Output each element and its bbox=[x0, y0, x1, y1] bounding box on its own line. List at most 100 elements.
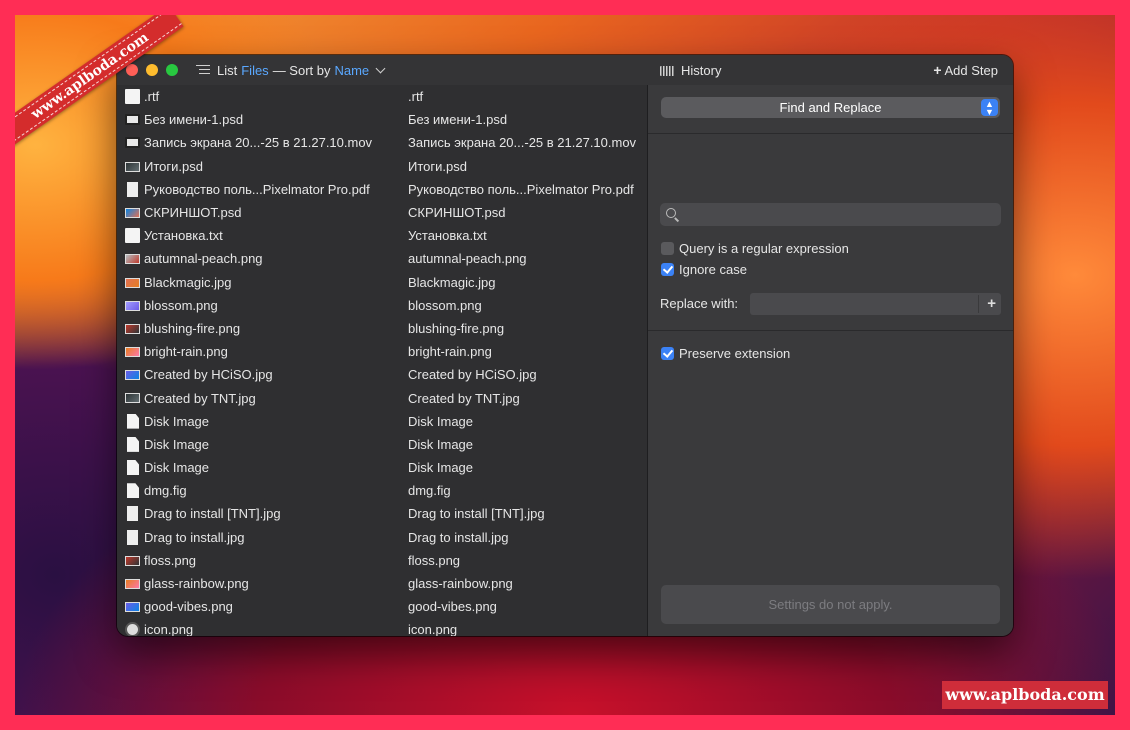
new-name: good-vibes.png bbox=[408, 599, 497, 615]
original-name: Без имени-1.psd bbox=[144, 112, 244, 128]
original-name: glass-rainbow.png bbox=[144, 576, 249, 592]
file-row[interactable]: blushing-fire.png blushing-fire.png bbox=[117, 317, 647, 340]
new-name: Drag to install [TNT].jpg bbox=[408, 506, 545, 522]
image-file-icon bbox=[125, 393, 140, 404]
original-name: Created by TNT.jpg bbox=[144, 390, 256, 406]
image-file-icon bbox=[125, 277, 140, 288]
new-name: Без имени-1.psd bbox=[408, 112, 508, 128]
zoom-button[interactable] bbox=[166, 64, 178, 76]
image-file-icon bbox=[125, 370, 140, 381]
history-button[interactable]: History bbox=[660, 63, 721, 78]
close-button[interactable] bbox=[126, 64, 138, 76]
new-name: Установка.txt bbox=[408, 228, 487, 244]
file-row[interactable]: СКРИНШОТ.psd СКРИНШОТ.psd bbox=[117, 201, 647, 224]
document-file-icon bbox=[127, 529, 138, 545]
image-file-icon bbox=[125, 578, 140, 589]
settings-notice: Settings do not apply. bbox=[661, 585, 1000, 624]
original-name: Установка.txt bbox=[144, 228, 223, 244]
replace-with-field[interactable]: + bbox=[750, 293, 1001, 315]
file-row[interactable]: Drag to install [TNT].jpg Drag to install… bbox=[117, 502, 647, 525]
file-row[interactable]: .rtf .rtf bbox=[117, 85, 647, 108]
chevron-down-icon[interactable] bbox=[375, 63, 386, 73]
file-row[interactable]: floss.png floss.png bbox=[117, 549, 647, 572]
document-file-icon bbox=[127, 483, 139, 499]
file-row[interactable]: Запись экрана 20...-25 в 21.27.10.mov Зап… bbox=[117, 131, 647, 154]
file-row[interactable]: icon.png icon.png bbox=[117, 618, 647, 636]
original-name: dmg.fig bbox=[144, 483, 187, 499]
file-row[interactable]: blossom.png blossom.png bbox=[117, 294, 647, 317]
insert-token-plus-icon[interactable]: + bbox=[987, 295, 996, 312]
file-row[interactable]: Created by TNT.jpg Created by TNT.jpg bbox=[117, 386, 647, 409]
new-name: blushing-fire.png bbox=[408, 320, 505, 336]
file-row[interactable]: Created by HCiSO.jpg Created by HCiSO.jpg bbox=[117, 363, 647, 386]
original-name: Drag to install [TNT].jpg bbox=[144, 506, 281, 522]
regex-checkbox[interactable] bbox=[661, 242, 674, 255]
ignore-case-label: Ignore case bbox=[679, 262, 747, 277]
new-name: autumnal-peach.png bbox=[408, 251, 527, 267]
new-name: Created by HCiSO.jpg bbox=[408, 367, 537, 383]
file-list[interactable]: .rtf .rtf Без имени-1.psd Без имени-1.psd За… bbox=[117, 85, 647, 636]
original-name: good-vibes.png bbox=[144, 599, 233, 615]
file-row[interactable]: dmg.fig dmg.fig bbox=[117, 479, 647, 502]
step-type-select[interactable]: Find and Replace ▲ ▼ bbox=[661, 97, 1000, 118]
file-row[interactable]: bright-rain.png bright-rain.png bbox=[117, 340, 647, 363]
file-row[interactable]: Disk Image Disk Image bbox=[117, 410, 647, 433]
original-name: floss.png bbox=[144, 552, 197, 568]
plus-icon: + bbox=[933, 62, 942, 78]
preserve-extension-checkbox[interactable] bbox=[661, 347, 674, 360]
document-file-icon bbox=[127, 436, 139, 452]
window-controls bbox=[126, 64, 178, 76]
document-file-icon bbox=[125, 228, 140, 244]
new-name: .rtf bbox=[408, 89, 424, 105]
original-name: blushing-fire.png bbox=[144, 320, 241, 336]
original-name: Disk Image bbox=[144, 460, 210, 476]
sort-by-label: — Sort by bbox=[272, 62, 331, 78]
file-row[interactable]: Итоги.psd Итоги.psd bbox=[117, 155, 647, 178]
list-label: List bbox=[217, 62, 238, 78]
new-name: Drag to install.jpg bbox=[408, 529, 509, 545]
image-file-icon bbox=[125, 254, 140, 265]
original-name: Drag to install.jpg bbox=[144, 529, 245, 545]
media-file-icon bbox=[125, 137, 140, 149]
new-name: dmg.fig bbox=[408, 483, 451, 499]
original-name: Итоги.psd bbox=[144, 158, 203, 174]
file-row[interactable]: good-vibes.png good-vibes.png bbox=[117, 595, 647, 618]
preserve-extension-row[interactable]: Preserve extension bbox=[661, 346, 790, 361]
original-name: СКРИНШОТ.psd bbox=[144, 205, 242, 221]
divider bbox=[648, 330, 1013, 331]
file-row[interactable]: Blackmagic.jpg Blackmagic.jpg bbox=[117, 271, 647, 294]
ignore-case-checkbox[interactable] bbox=[661, 263, 674, 276]
file-row[interactable]: autumnal-peach.png autumnal-peach.png bbox=[117, 247, 647, 270]
media-file-icon bbox=[125, 114, 140, 126]
image-file-icon bbox=[125, 347, 140, 358]
document-file-icon bbox=[127, 413, 139, 429]
app-window: List Files — Sort by Name History + Add … bbox=[117, 55, 1013, 636]
file-row[interactable]: Disk Image Disk Image bbox=[117, 456, 647, 479]
original-name: icon.png bbox=[144, 622, 194, 636]
file-row[interactable]: Disk Image Disk Image bbox=[117, 433, 647, 456]
new-name: Created by TNT.jpg bbox=[408, 390, 520, 406]
new-name: Итоги.psd bbox=[408, 158, 467, 174]
file-row[interactable]: Установка.txt Установка.txt bbox=[117, 224, 647, 247]
minimize-button[interactable] bbox=[146, 64, 158, 76]
regex-checkbox-row[interactable]: Query is a regular expression bbox=[661, 241, 849, 256]
file-row[interactable]: Без имени-1.psd Без имени-1.psd bbox=[117, 108, 647, 131]
search-input[interactable] bbox=[660, 203, 1001, 226]
regex-label: Query is a regular expression bbox=[679, 241, 849, 256]
updown-arrows-icon: ▲ ▼ bbox=[981, 99, 998, 117]
sort-value[interactable]: Name bbox=[334, 63, 369, 78]
file-row[interactable]: glass-rainbow.png glass-rainbow.png bbox=[117, 572, 647, 595]
original-name: Disk Image bbox=[144, 413, 210, 429]
add-step-button[interactable]: + Add Step bbox=[933, 63, 998, 78]
files-label[interactable]: Files bbox=[241, 63, 268, 78]
file-row[interactable]: Drag to install.jpg Drag to install.jpg bbox=[117, 526, 647, 549]
file-row[interactable]: Руководство поль...Pixelmator Pro.pdf Рук… bbox=[117, 178, 647, 201]
new-name: blossom.png bbox=[408, 297, 482, 313]
document-file-icon bbox=[127, 506, 138, 522]
image-file-icon bbox=[125, 161, 140, 172]
ignore-case-checkbox-row[interactable]: Ignore case bbox=[661, 262, 747, 277]
list-sort-menu[interactable]: List Files — Sort by Name bbox=[217, 62, 386, 78]
image-file-icon bbox=[125, 207, 140, 218]
new-name: Blackmagic.jpg bbox=[408, 274, 496, 290]
search-icon bbox=[666, 208, 676, 218]
